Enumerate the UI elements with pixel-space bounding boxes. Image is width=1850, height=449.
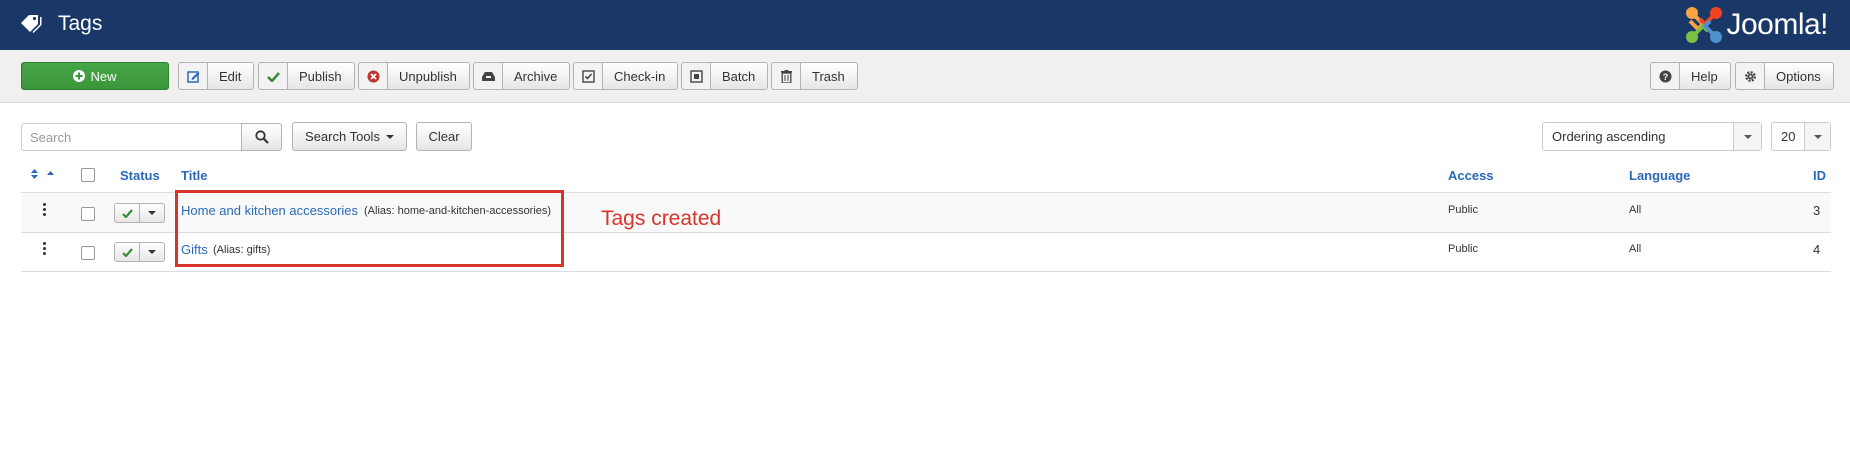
archive-button-label: Archive — [514, 68, 558, 84]
row-checkbox[interactable] — [81, 246, 95, 260]
column-status[interactable]: Status — [120, 168, 160, 183]
edit-icon — [179, 63, 208, 89]
limit-select[interactable]: 20 — [1771, 122, 1831, 151]
ordering-sort-icon[interactable] — [30, 168, 58, 183]
batch-button[interactable]: Batch — [681, 62, 769, 90]
joomla-logo-icon — [1686, 7, 1723, 43]
access-cell: Public — [1448, 204, 1478, 216]
ordering-select-value: Ordering ascending — [1552, 129, 1666, 144]
column-access[interactable]: Access — [1448, 168, 1494, 183]
unpublish-button[interactable]: Unpublish — [358, 62, 470, 90]
options-button[interactable]: Options — [1735, 62, 1834, 90]
checkin-button-label: Check-in — [614, 68, 666, 84]
unpublish-button-label: Unpublish — [399, 68, 457, 84]
batch-button-label: Batch — [722, 68, 756, 84]
clear-button[interactable]: Clear — [416, 122, 472, 151]
search-button[interactable] — [241, 123, 282, 151]
chevron-down-icon — [1804, 123, 1830, 150]
id-cell: 3 — [1813, 203, 1821, 218]
trash-icon — [772, 63, 801, 89]
gear-icon — [1736, 63, 1765, 89]
annotation-text: Tags created — [601, 207, 722, 230]
archive-icon — [474, 63, 503, 89]
row-checkbox[interactable] — [81, 207, 95, 221]
search-input[interactable] — [21, 123, 242, 151]
column-title[interactable]: Title — [181, 168, 208, 183]
batch-icon — [682, 63, 711, 89]
drag-handle-icon[interactable] — [43, 203, 47, 217]
brand-name: Joomla! — [1726, 8, 1828, 41]
new-button-label: New — [90, 68, 117, 84]
language-cell: All — [1629, 204, 1642, 216]
page-title: Tags — [58, 12, 103, 35]
status-dropdown-toggle[interactable] — [140, 204, 164, 222]
chevron-down-icon — [1733, 123, 1761, 150]
search-tools-button[interactable]: Search Tools — [292, 122, 407, 151]
svg-text:?: ? — [1662, 72, 1668, 82]
status-dropdown-toggle[interactable] — [140, 243, 164, 261]
published-check-icon[interactable] — [115, 243, 140, 261]
chevron-down-icon — [385, 134, 394, 139]
ordering-select[interactable]: Ordering ascending — [1542, 122, 1762, 151]
options-button-label: Options — [1776, 68, 1821, 84]
archive-button[interactable]: Archive — [473, 62, 571, 90]
status-toggle — [114, 203, 165, 223]
joomla-brand[interactable]: Joomla! — [1684, 5, 1828, 45]
drag-handle-icon[interactable] — [43, 242, 47, 256]
language-cell: All — [1629, 243, 1642, 255]
tag-icon — [20, 13, 44, 35]
publish-button[interactable]: Publish — [258, 62, 355, 90]
search-tools-label: Search Tools — [305, 129, 380, 144]
checkbox-icon — [574, 63, 603, 89]
checkin-button[interactable]: Check-in — [573, 62, 679, 90]
trash-button-label: Trash — [812, 68, 845, 84]
toolbar: New Edit Publish Unpublish Archive Check… — [0, 50, 1850, 103]
search-icon — [254, 130, 269, 144]
question-circle-icon: ? — [1651, 63, 1680, 89]
column-language[interactable]: Language — [1629, 168, 1690, 183]
id-cell: 4 — [1813, 242, 1821, 257]
times-circle-icon — [359, 63, 388, 89]
row-divider — [21, 271, 1831, 272]
header-bar: Tags Joomla! — [0, 0, 1850, 50]
column-id[interactable]: ID — [1813, 168, 1826, 183]
publish-button-label: Publish — [299, 68, 342, 84]
edit-button-label: Edit — [219, 68, 242, 84]
new-button[interactable]: New — [21, 62, 169, 90]
access-cell: Public — [1448, 243, 1478, 255]
edit-button[interactable]: Edit — [178, 62, 255, 90]
help-button-label: Help — [1691, 68, 1718, 84]
help-button[interactable]: ? Help — [1650, 62, 1731, 90]
published-check-icon[interactable] — [115, 204, 140, 222]
annotation-box — [175, 190, 564, 267]
clear-button-label: Clear — [428, 129, 460, 144]
status-toggle — [114, 242, 165, 262]
trash-button[interactable]: Trash — [771, 62, 858, 90]
plus-circle-icon — [73, 70, 86, 82]
check-icon — [259, 63, 288, 89]
limit-select-value: 20 — [1781, 129, 1796, 144]
select-all-checkbox[interactable] — [81, 168, 95, 182]
